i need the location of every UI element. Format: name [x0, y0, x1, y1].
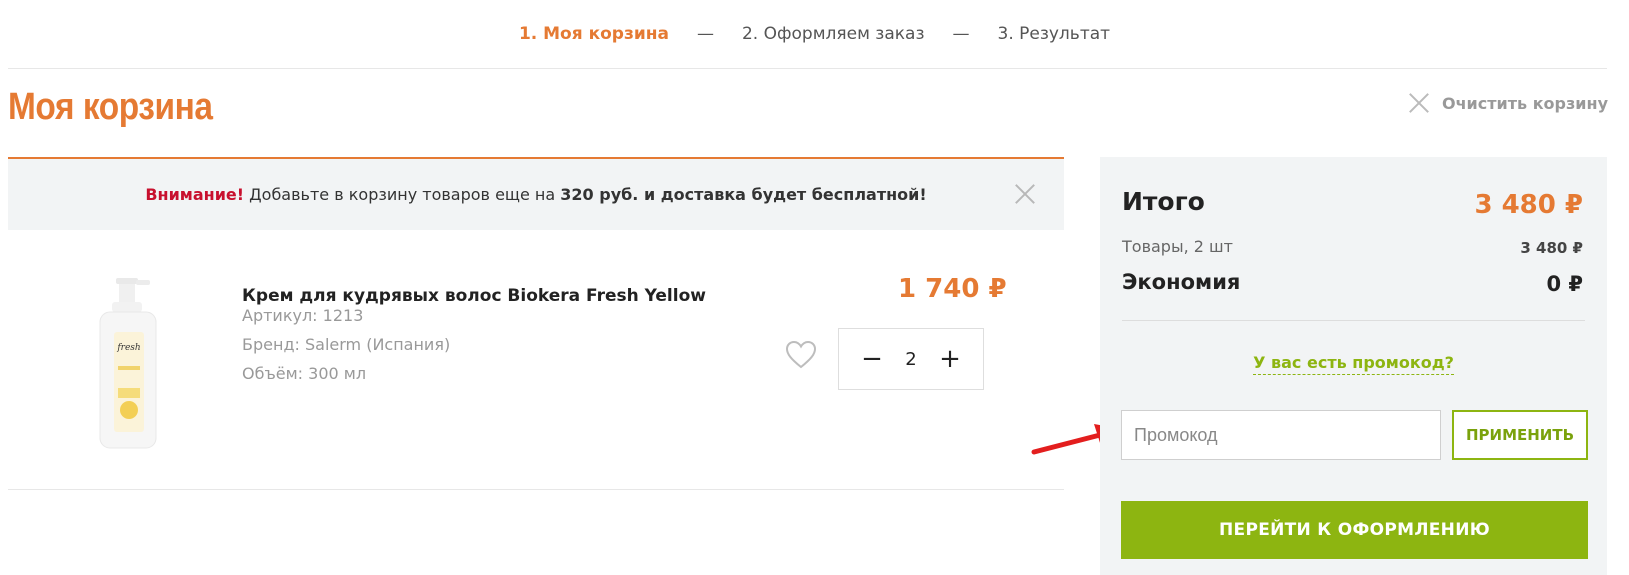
- economy-label: Экономия: [1122, 270, 1241, 294]
- product-image[interactable]: fresh: [88, 278, 168, 450]
- product-article: Артикул: 1213: [242, 306, 364, 325]
- free-delivery-notice: Внимание! Добавьте в корзину товаров еще…: [8, 157, 1064, 230]
- promo-link-wrap: У вас есть промокод?: [1100, 353, 1607, 375]
- step-my-cart[interactable]: 1. Моя корзина: [513, 24, 675, 44]
- product-volume: Объём: 300 мл: [242, 364, 367, 383]
- quantity-value[interactable]: 2: [905, 349, 916, 370]
- product-price: 1 740 ₽: [898, 274, 1007, 304]
- page-title: Моя корзина: [8, 86, 213, 128]
- goods-value: 3 480 ₽: [1520, 239, 1583, 257]
- step-separator: —: [696, 24, 714, 44]
- notice-amount: 320 руб. и доставка будет бесплатной!: [560, 185, 927, 204]
- notice-attention: Внимание!: [145, 185, 245, 204]
- cart-item: fresh Крем для кудрявых волос Biokera Fr…: [8, 230, 1064, 490]
- total-label: Итого: [1122, 187, 1205, 216]
- clear-cart-button[interactable]: Очистить корзину: [1408, 92, 1608, 114]
- close-x-icon: [1408, 92, 1430, 114]
- svg-text:fresh: fresh: [116, 343, 140, 353]
- summary-divider: [1122, 320, 1585, 321]
- quantity-stepper: − 2 +: [838, 328, 984, 390]
- order-summary: Итого 3 480 ₽ Товары, 2 шт 3 480 ₽ Эконо…: [1100, 157, 1607, 575]
- apply-promo-button[interactable]: ПРИМЕНИТЬ: [1452, 410, 1588, 460]
- checkout-button[interactable]: ПЕРЕЙТИ К ОФОРМЛЕНИЮ: [1121, 501, 1588, 559]
- goods-count-label: Товары, 2 шт: [1122, 237, 1233, 256]
- product-name[interactable]: Крем для кудрявых волос Biokera Fresh Ye…: [242, 286, 706, 306]
- step-result[interactable]: 3. Результат: [992, 24, 1117, 44]
- increase-quantity-button[interactable]: +: [939, 346, 961, 372]
- product-brand: Бренд: Salerm (Испания): [242, 335, 451, 354]
- economy-value: 0 ₽: [1546, 272, 1583, 296]
- steps-divider: [8, 68, 1607, 69]
- step-checkout[interactable]: 2. Оформляем заказ: [736, 24, 931, 44]
- promo-code-link[interactable]: У вас есть промокод?: [1253, 353, 1454, 375]
- step-separator: —: [952, 24, 970, 44]
- heart-outline-icon[interactable]: [785, 340, 817, 370]
- decrease-quantity-button[interactable]: −: [861, 346, 883, 372]
- promo-code-input[interactable]: [1121, 410, 1441, 460]
- notice-close-icon[interactable]: [1014, 183, 1036, 205]
- total-value: 3 480 ₽: [1474, 190, 1583, 220]
- checkout-steps: 1. Моя корзина — 2. Оформляем заказ — 3.…: [0, 0, 1629, 68]
- notice-text: Добавьте в корзину товаров еще на: [244, 185, 561, 204]
- clear-cart-label: Очистить корзину: [1441, 93, 1608, 113]
